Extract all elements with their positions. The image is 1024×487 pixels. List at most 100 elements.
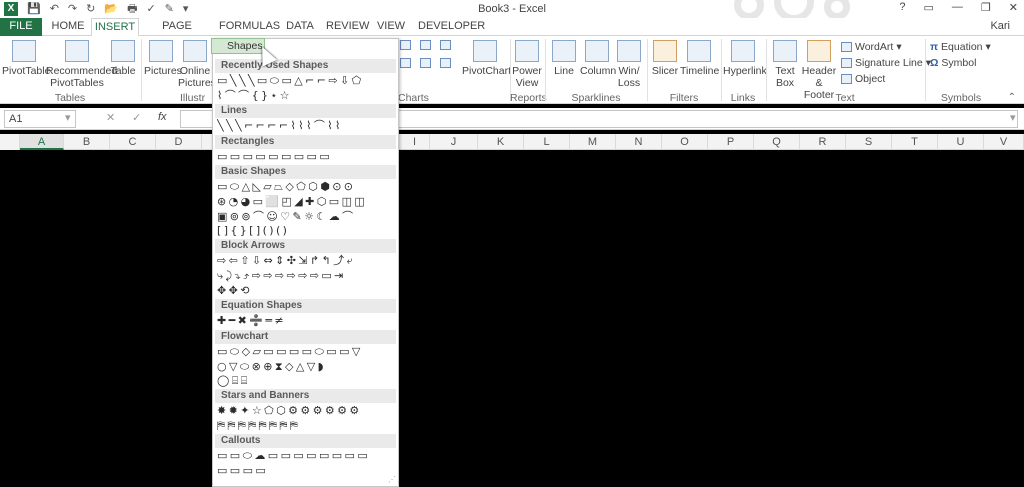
signature-line-button[interactable]: Signature Line ▾ [841, 55, 931, 71]
shape-row[interactable]: ○▽⬭⊗⊕⧗◇△▽◗ [217, 360, 393, 375]
bar-chart-button[interactable] [420, 40, 431, 50]
power-view-button[interactable]: Power View [512, 40, 542, 89]
winloss-label-1: Win/ [618, 65, 640, 77]
title-bar: X 💾 ↶ ↷ ↻ 📂 🖶 ✓ ✎ ▾ Book3 - Excel ? ▭ — … [0, 0, 1024, 22]
shape-row[interactable]: ⤷⤸⤵⤴⇨⇨⇨⇨⇨⇨▭⇥ [217, 269, 393, 284]
tab-formulas[interactable]: FORMULAS [219, 18, 280, 36]
shape-row[interactable]: ⌇⌒⌒{}⋆☆ [217, 89, 393, 104]
hyperlink-button[interactable]: Hyperlink [723, 40, 767, 77]
column-header-r[interactable]: R [800, 134, 846, 150]
column-header-d[interactable]: D [156, 134, 202, 150]
shape-row[interactable]: ✚━✖➗═≠ [217, 314, 393, 329]
shape-row[interactable]: ╲╲╲⌐⌐⌐⌐⌇⌇⌇⌒⌇⌇ [217, 119, 393, 134]
user-name[interactable]: Kari [990, 20, 1010, 32]
shape-row[interactable]: []{}[]()() [217, 224, 393, 239]
column-header-j[interactable]: J [430, 134, 478, 150]
column-header-s[interactable]: S [846, 134, 892, 150]
shape-row[interactable]: ▭▭▭▭▭▭▭▭▭ [217, 150, 393, 165]
enter-icon[interactable]: ✓ [132, 111, 141, 124]
tab-page-layout[interactable]: PAGE LAYOUT [143, 18, 211, 49]
shape-row[interactable]: ▣⊚⊚⌒☺♡✎☼☾☁⌒ [217, 210, 393, 225]
collapse-ribbon-icon[interactable]: ⌃ [1008, 92, 1016, 103]
shape-row[interactable]: ✸✹✦☆⬠⬡⚙⚙⚙⚙⚙⚙ [217, 404, 393, 419]
column-header-v[interactable]: V [984, 134, 1024, 150]
help-button[interactable]: ? [899, 1, 905, 14]
shape-row[interactable]: ⊛◔◕▭⬜◰◢✚⬡▭◫◫ [217, 195, 393, 210]
shape-row[interactable]: ⇨⇦⇧⇩⇔⇕✣⇲↱↰⤴⤶ [217, 254, 393, 269]
resize-grip-icon[interactable]: ⋰ [388, 475, 396, 484]
recommended-pivottables-button[interactable]: Recommended PivotTables [46, 40, 117, 89]
sparkline-line-button[interactable]: Line [548, 40, 580, 77]
sparkline-column-button[interactable]: Column [580, 40, 617, 77]
slicer-button[interactable]: Slicer [650, 40, 680, 77]
table-button[interactable]: Table [108, 40, 138, 77]
column-header-u[interactable]: U [938, 134, 984, 150]
tab-home[interactable]: HOME [48, 18, 88, 36]
object-label: Object [855, 73, 886, 85]
shape-row[interactable]: ✥✥⟲ [217, 284, 393, 299]
wordart-dropdown-icon: ▾ [896, 41, 902, 53]
line-chart-button[interactable] [400, 58, 411, 68]
shape-row[interactable]: ⛿⛿⛿⛿⛿⛿⛿⛿ [217, 419, 393, 434]
omega-icon: Ω [930, 57, 939, 69]
column-chart-button[interactable] [400, 40, 411, 50]
ribbon-display-button[interactable]: ▭ [924, 1, 934, 14]
column-header-k[interactable]: K [478, 134, 524, 150]
pivotchart-button[interactable]: PivotChart [462, 40, 512, 77]
column-header-q[interactable]: Q [754, 134, 800, 150]
close-button[interactable]: ✕ [1009, 1, 1018, 14]
column-header-m[interactable]: M [570, 134, 616, 150]
bar-chart-icon [420, 40, 431, 50]
column-header-l[interactable]: L [524, 134, 570, 150]
column-header-t[interactable]: T [892, 134, 938, 150]
timeline-icon [687, 40, 711, 62]
tab-developer[interactable]: DEVELOPER [418, 18, 485, 36]
group-tables: Tables [54, 92, 86, 104]
shape-row[interactable]: ▭⬭◇▱▭▭▭▭⬭▭▭▽ [217, 345, 393, 360]
tab-file[interactable]: FILE [0, 18, 42, 36]
tab-insert[interactable]: INSERT [91, 18, 139, 37]
pictures-button[interactable]: Pictures [144, 40, 182, 77]
column-header-o[interactable]: O [662, 134, 708, 150]
shape-row[interactable]: ◯⌸⌸ [217, 374, 393, 389]
column-header-n[interactable]: N [616, 134, 662, 150]
column-label: Column [580, 65, 617, 77]
other-chart-button[interactable] [440, 58, 451, 68]
pivottable-button[interactable]: PivotTable [2, 40, 50, 77]
column-header-c[interactable]: C [110, 134, 156, 150]
shape-row[interactable]: ▭╲╲╲▭⬭▭△⌐⌐⇨⇩⬠ [217, 74, 393, 89]
maximize-button[interactable]: ❐ [981, 1, 991, 14]
online-pictures-button[interactable]: Online Pictures [178, 40, 216, 89]
text-box-button[interactable]: Text Box [770, 40, 800, 89]
tab-review[interactable]: REVIEW [326, 18, 369, 36]
shape-row[interactable]: ▭▭⬭☁▭▭▭▭▭▭▭▭ [217, 449, 393, 464]
shape-row[interactable]: ▭⬭△◺▱⏢◇⬠⬡⬢⊙⊙ [217, 180, 393, 195]
select-all-button[interactable] [0, 134, 20, 150]
expand-formula-icon[interactable]: ▾ [1010, 111, 1016, 124]
wordart-button[interactable]: WordArt ▾ [841, 39, 902, 55]
timeline-button[interactable]: Timeline [680, 40, 719, 77]
tab-data[interactable]: DATA [283, 18, 317, 36]
scatter-chart-button[interactable] [440, 40, 451, 50]
object-button[interactable]: Object [841, 71, 885, 87]
column-header-p[interactable]: P [708, 134, 754, 150]
column-header-b[interactable]: B [64, 134, 110, 150]
tab-view[interactable]: VIEW [376, 18, 406, 36]
cancel-icon[interactable]: ✕ [106, 111, 115, 124]
pie-chart-button[interactable] [420, 58, 431, 68]
minimize-button[interactable]: — [952, 1, 963, 14]
equation-dropdown-icon: ▾ [985, 41, 991, 53]
online-pictures-icon [183, 40, 207, 62]
symbol-label: Symbol [941, 57, 977, 69]
name-box-dropdown-icon[interactable]: ▾ [65, 111, 71, 124]
sparkline-winloss-button[interactable]: Win/ Loss [614, 40, 644, 89]
symbol-button[interactable]: Ω Symbol [930, 55, 976, 71]
insert-function-icon[interactable]: fx [158, 111, 167, 123]
pictures-label: Pictures [144, 65, 182, 77]
header-label-1: Header [801, 65, 837, 77]
equation-button[interactable]: π Equation ▾ [930, 39, 991, 55]
shape-row[interactable]: ▭▭▭▭ [217, 464, 393, 479]
pivotchart-label: PivotChart [462, 65, 512, 77]
column-header-a[interactable]: A [20, 134, 64, 150]
column-header-i[interactable]: I [400, 134, 430, 150]
